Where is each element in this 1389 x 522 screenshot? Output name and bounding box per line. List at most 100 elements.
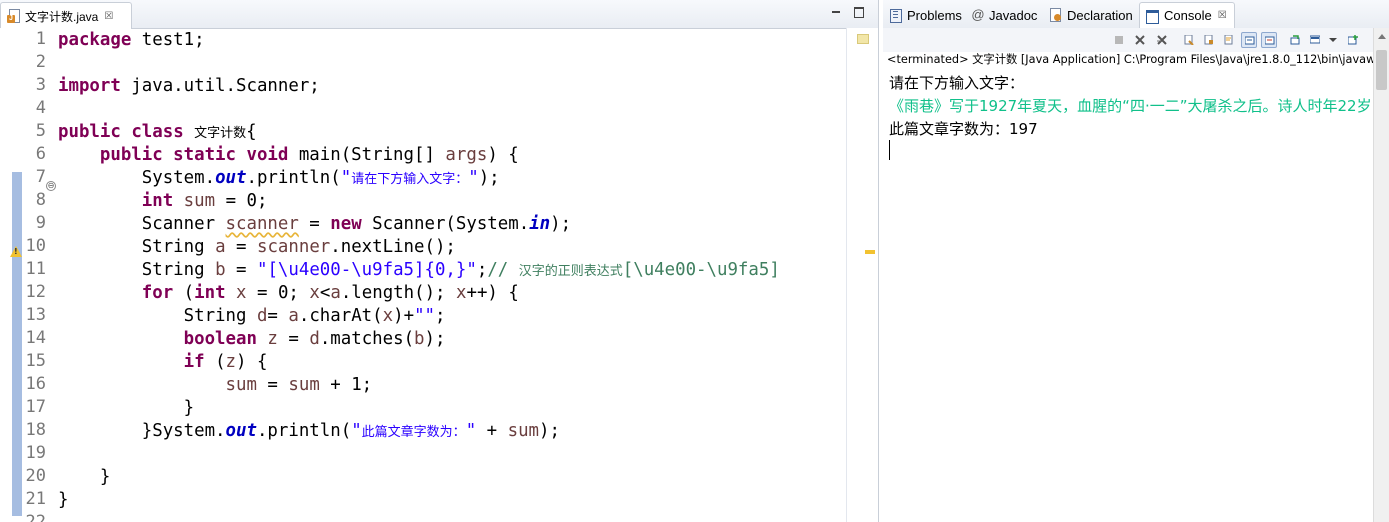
code-token: .matches(: [319, 329, 415, 349]
pin-console-button[interactable]: [1287, 32, 1303, 48]
variable-token: z: [225, 352, 237, 372]
scrollbar-thumb[interactable]: [1376, 50, 1387, 90]
code-token: ;: [435, 306, 446, 326]
comment-token: [\u4e00-\u9fa5]: [622, 260, 780, 280]
console-toolbar: [883, 28, 1389, 52]
console-view-pane: Problems @ Javadoc Declaration Console ☒…: [883, 0, 1389, 522]
line-number: 2: [35, 52, 46, 72]
console-dropdown-button[interactable]: [1325, 32, 1341, 48]
code-token: + 1;: [319, 375, 373, 395]
problems-icon: [889, 8, 903, 23]
string-token: 此篇文章字数为：: [361, 425, 466, 440]
clear-icon: [1184, 35, 1194, 45]
line-number: 4: [35, 98, 46, 118]
code-line-13: String d= a.charAt(x)+"";: [58, 305, 446, 328]
open-console-button[interactable]: [1345, 32, 1361, 48]
variable-token: scanner: [225, 214, 299, 234]
string-token: ": [468, 168, 479, 188]
keyword-token: public static void: [99, 145, 289, 165]
code-token: .println(: [246, 168, 341, 188]
code-token: main(String[]: [288, 145, 446, 165]
console-process-status: <terminated> 文字计数 [Java Application] C:\…: [887, 53, 1389, 66]
string-token: "[\u4e00-\u9fa5]{0,}": [256, 260, 477, 280]
code-token: System.: [141, 168, 216, 188]
tab-declaration[interactable]: Declaration: [1049, 4, 1133, 26]
keyword-token: package: [58, 30, 132, 50]
field-token: out: [215, 168, 247, 188]
remove-launch-button[interactable]: [1132, 32, 1148, 48]
string-token: ": [351, 421, 362, 441]
variable-token: x: [309, 283, 320, 303]
warning-icon[interactable]: [10, 246, 22, 258]
warning-marker[interactable]: [865, 250, 875, 254]
remove-all-terminated-button[interactable]: [1154, 32, 1170, 48]
code-line-8: int sum = 0;: [58, 190, 268, 213]
string-token: ": [465, 421, 487, 441]
line-number: 14: [25, 328, 46, 348]
code-token: );: [478, 168, 500, 188]
code-line-12: for (int x = 0; x<a.length(); x++) {: [58, 282, 519, 305]
tab-javadoc[interactable]: @ Javadoc: [971, 4, 1037, 26]
code-token: String: [183, 306, 257, 326]
line-number: 18: [25, 420, 46, 440]
variable-token: b: [414, 329, 425, 349]
chevron-down-icon: [1329, 38, 1337, 42]
code-line-10: String a = scanner.nextLine();: [58, 236, 456, 259]
keyword-token: new: [330, 214, 362, 234]
stdout-icon: [1245, 36, 1255, 45]
tab-console[interactable]: Console ☒: [1139, 2, 1235, 28]
console-output-prompt: 请在下方输入文字：: [889, 74, 1025, 92]
code-text-area[interactable]: package test1; import java.util.Scanner;…: [58, 28, 844, 522]
show-on-stdout-button[interactable]: [1241, 32, 1257, 48]
declaration-icon: [1049, 8, 1063, 22]
display-selected-console-button[interactable]: [1307, 32, 1323, 48]
string-token: ": [340, 168, 352, 188]
code-token: ++) {: [466, 283, 519, 303]
variable-token: sum: [507, 421, 540, 441]
new-console-icon: [1348, 35, 1358, 45]
tab-problems[interactable]: Problems: [889, 4, 962, 26]
remove-icon: [1135, 35, 1145, 45]
variable-token: b: [215, 260, 226, 280]
variable-token: z: [267, 329, 278, 349]
code-token: =: [256, 375, 289, 395]
scroll-lock-icon: [1204, 35, 1213, 45]
code-token: .length();: [340, 283, 456, 303]
keyword-token: for: [141, 283, 174, 303]
keyword-token: if: [183, 352, 205, 372]
clear-console-button[interactable]: [1181, 32, 1197, 48]
fold-collapse-icon[interactable]: ⊖: [46, 181, 56, 191]
maximize-icon[interactable]: [853, 6, 865, 18]
tab-label: Console: [1164, 8, 1212, 23]
scroll-up-icon[interactable]: [1378, 34, 1386, 39]
comment-token: //: [487, 260, 519, 280]
code-line-17: }: [58, 397, 194, 420]
console-output[interactable]: 请在下方输入文字： 《雨巷》写于1927年夏天，血腥的“四·一二”大屠杀之后。诗…: [889, 72, 1389, 141]
terminate-button[interactable]: [1111, 32, 1127, 48]
variable-token: a: [288, 306, 299, 326]
code-editor-pane: J 文字计数.java ☒ 1 2 3 4 5 6 7 8 9 10 11 12…: [0, 0, 879, 522]
line-number: 3: [35, 75, 46, 95]
editor-overview-ruler[interactable]: [846, 28, 878, 522]
editor-tab-java-file[interactable]: J 文字计数.java ☒: [0, 2, 132, 29]
comment-token: 汉字的正则表达式: [518, 264, 623, 279]
editor-tab-label: 文字计数.java: [25, 9, 99, 24]
javadoc-icon: @: [971, 7, 985, 22]
field-token: out: [225, 421, 257, 441]
line-number: 13: [25, 305, 46, 325]
text-caret: [889, 140, 890, 160]
word-wrap-button[interactable]: [1221, 32, 1237, 48]
close-tab-icon[interactable]: ☒: [1218, 10, 1227, 21]
show-on-stderr-button[interactable]: [1261, 32, 1277, 48]
minimize-icon[interactable]: [830, 6, 842, 18]
overview-marker[interactable]: [857, 34, 869, 44]
scroll-lock-button[interactable]: [1201, 32, 1217, 48]
code-token: }: [58, 490, 69, 510]
code-token: }: [99, 467, 111, 487]
console-vertical-scrollbar[interactable]: [1373, 28, 1389, 522]
code-line-15: if (z) {: [58, 351, 268, 374]
code-token: test1;: [131, 30, 205, 50]
close-tab-icon[interactable]: ☒: [104, 11, 113, 22]
line-number: 9: [35, 213, 46, 233]
code-token: );: [424, 329, 446, 349]
